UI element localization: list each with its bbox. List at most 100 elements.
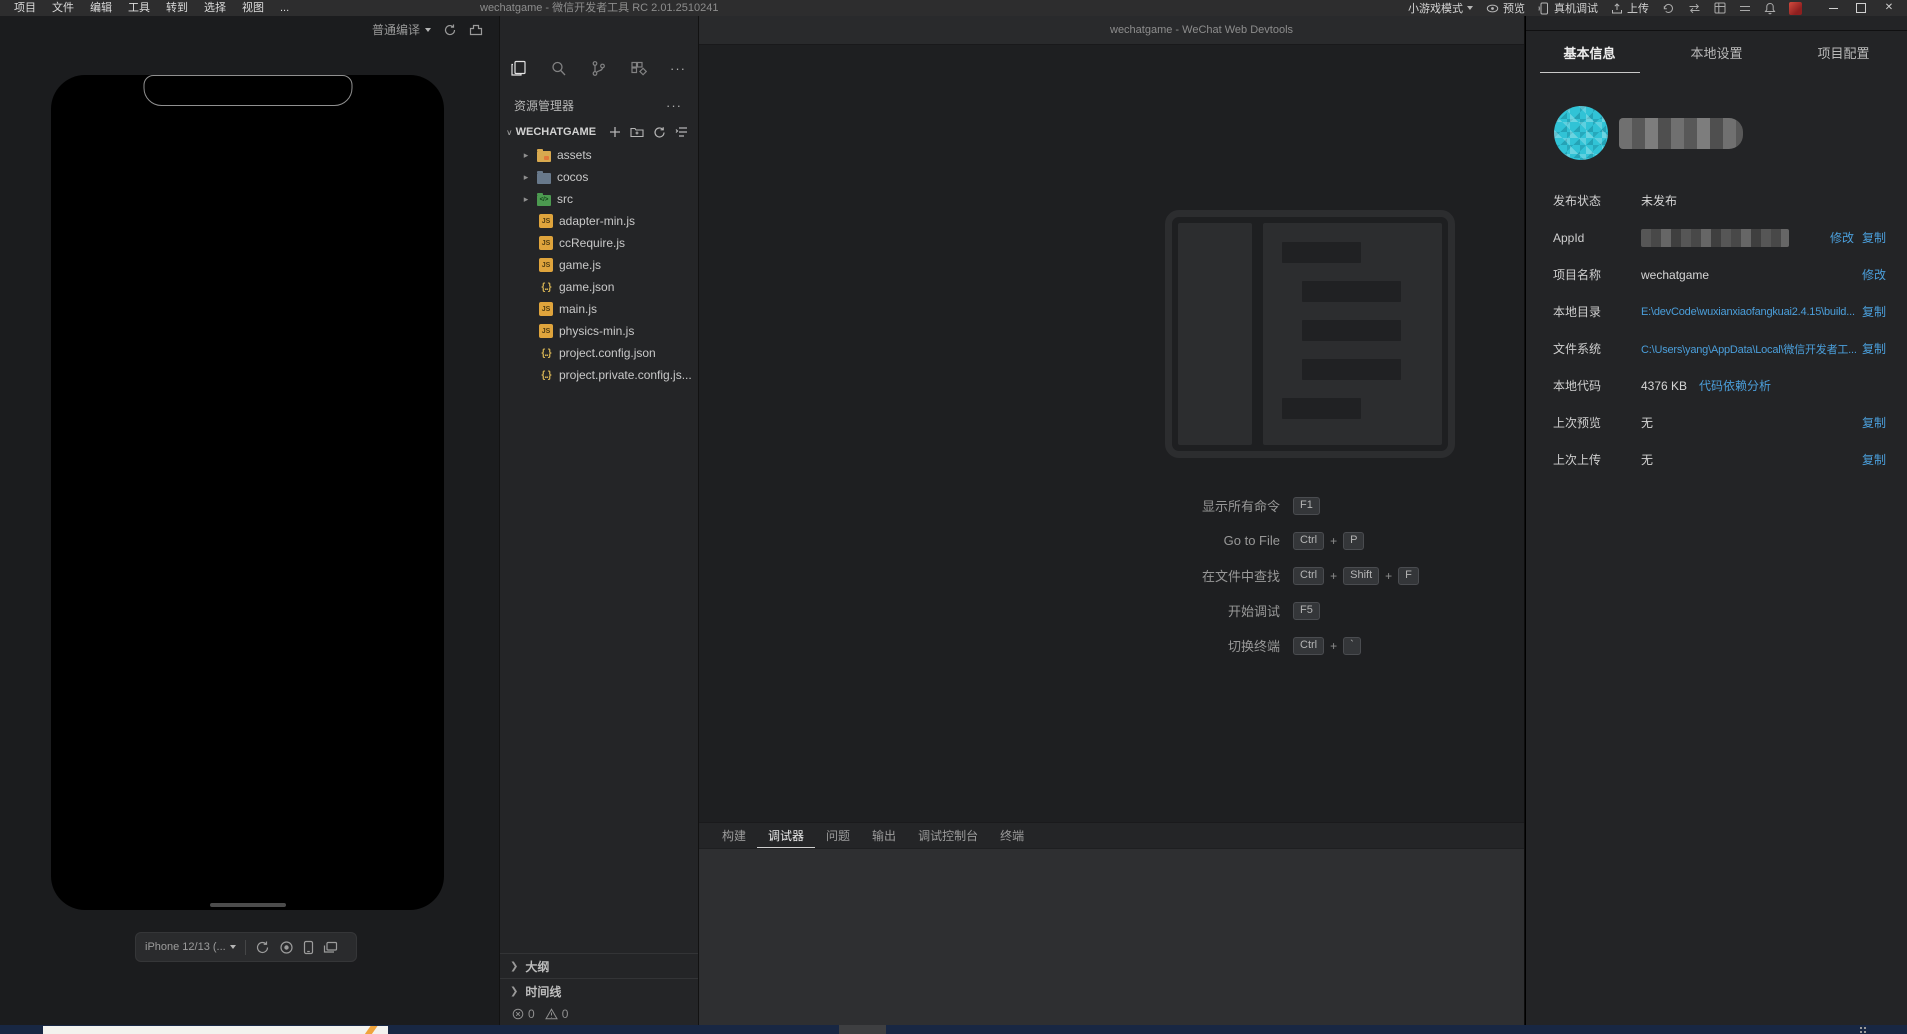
detach-window-icon[interactable]: [323, 941, 338, 954]
js-file-icon: [539, 324, 553, 338]
switch-version-icon[interactable]: [1688, 3, 1701, 14]
debugger-panel-content[interactable]: [699, 849, 1524, 1025]
tree-item[interactable]: main.js: [500, 298, 698, 320]
menu-item-7[interactable]: ...: [272, 0, 297, 16]
tree-item[interactable]: adapter-min.js: [500, 210, 698, 232]
bottom-panel-tabs: 构建 调试器 问题 输出 调试控制台 终端: [699, 822, 1524, 848]
home-background-icon[interactable]: [469, 23, 483, 37]
menu-item-1[interactable]: 文件: [44, 0, 82, 16]
phone-debug-icon: [1538, 2, 1548, 14]
tree-item[interactable]: ▸ assets: [500, 144, 698, 166]
taskbar-window-preview[interactable]: [43, 1026, 388, 1034]
tree-item[interactable]: game.js: [500, 254, 698, 276]
menu-item-5[interactable]: 选择: [196, 0, 234, 16]
panel-tab-2[interactable]: 问题: [815, 823, 861, 848]
action-link[interactable]: 复制: [1862, 414, 1886, 431]
menu-item-6[interactable]: 视图: [234, 0, 272, 16]
shortcut-keys: Ctrl + P: [1293, 531, 1365, 550]
detail-value-text[interactable]: C:\Users\yang\AppData\Local\微信开发者工...: [1641, 341, 1856, 357]
details-top-strip: [1526, 16, 1907, 31]
menu-item-0[interactable]: 项目: [6, 0, 44, 16]
menu-item-3[interactable]: 工具: [120, 0, 158, 16]
panel-tab-1[interactable]: 调试器: [757, 823, 816, 848]
device-screen[interactable]: [51, 75, 444, 910]
details-tab-1[interactable]: 本地设置: [1653, 31, 1780, 73]
details-tab-2[interactable]: 项目配置: [1780, 31, 1907, 73]
rollback-icon[interactable]: [1662, 2, 1675, 15]
tree-item[interactable]: project.config.json: [500, 342, 698, 364]
maximize-button[interactable]: [1847, 0, 1875, 16]
device-frame-icon[interactable]: [303, 940, 314, 955]
chevron-down-icon: [425, 27, 431, 32]
shortcut-row: 在文件中查找 Ctrl + Shift + F: [1055, 558, 1495, 593]
key-badge: Ctrl: [1293, 566, 1325, 585]
action-link[interactable]: 复制: [1862, 340, 1886, 357]
errors-icon: [512, 1008, 524, 1020]
action-link[interactable]: 复制: [1862, 451, 1886, 468]
section-header-1[interactable]: ❯ 时间线: [500, 978, 698, 1003]
json-file-icon: [539, 280, 553, 294]
panel-tab-5[interactable]: 终端: [989, 823, 1035, 848]
action-link[interactable]: 复制: [1862, 303, 1886, 320]
device-selector[interactable]: iPhone 12/13 (...: [145, 941, 236, 953]
panel-tab-3[interactable]: 输出: [861, 823, 907, 848]
tree-item[interactable]: physics-min.js: [500, 320, 698, 342]
analysis-link[interactable]: 代码依赖分析: [1699, 377, 1771, 394]
new-folder-icon[interactable]: [630, 126, 644, 138]
close-button[interactable]: ✕: [1875, 0, 1903, 16]
more-icon[interactable]: ···: [666, 98, 682, 113]
files-icon[interactable]: [510, 60, 527, 77]
compile-mode-dropdown[interactable]: 普通编译: [372, 21, 431, 38]
upload-button[interactable]: 上传: [1611, 0, 1649, 16]
divider: [244, 939, 246, 955]
search-icon[interactable]: [550, 60, 567, 77]
user-avatar[interactable]: [1789, 1, 1802, 15]
tree-item[interactable]: ccRequire.js: [500, 232, 698, 254]
source-control-icon[interactable]: [590, 60, 607, 77]
action-link[interactable]: 修改: [1830, 229, 1854, 246]
remote-debug-button[interactable]: 真机调试: [1538, 0, 1598, 16]
tree-item[interactable]: game.json: [500, 276, 698, 298]
plus-separator: +: [1330, 638, 1338, 653]
project-root-row[interactable]: ∨ WECHATGAME: [500, 120, 698, 144]
restart-icon[interactable]: [443, 23, 457, 37]
list-icon[interactable]: [1739, 4, 1751, 13]
more-actions-icon[interactable]: ···: [670, 61, 686, 76]
details-tab-0[interactable]: 基本信息: [1526, 31, 1653, 73]
record-icon[interactable]: [279, 940, 294, 955]
file-name: cocos: [557, 170, 589, 184]
menu-item-2[interactable]: 编辑: [82, 0, 120, 16]
tree-item[interactable]: ▸ cocos: [500, 166, 698, 188]
account-avatar[interactable]: [1554, 106, 1608, 160]
action-link[interactable]: 修改: [1862, 266, 1886, 283]
taskbar-item[interactable]: [839, 1025, 886, 1034]
extensions-icon[interactable]: [630, 60, 647, 77]
collapse-all-icon[interactable]: [675, 126, 688, 138]
plus-separator: +: [1385, 568, 1393, 583]
menu-item-4[interactable]: 转到: [158, 0, 196, 16]
detail-value-text[interactable]: E:\devCode\wuxianxiaofangkuai2.4.15\buil…: [1641, 306, 1855, 318]
section-header-0[interactable]: ❯ 大纲: [500, 953, 698, 978]
game-mode-dropdown[interactable]: 小游戏模式: [1408, 0, 1473, 16]
rotate-icon[interactable]: [255, 940, 270, 955]
layout-grid-icon[interactable]: [1714, 2, 1726, 14]
detail-label: 项目名称: [1553, 268, 1602, 282]
refresh-icon[interactable]: [653, 126, 666, 139]
tree-item[interactable]: ▸ src: [500, 188, 698, 210]
key-badge: P: [1343, 531, 1365, 550]
panel-tab-0[interactable]: 构建: [711, 823, 757, 848]
menu-bar: 项目 文件 编辑 工具 转到 选择 视图...: [0, 0, 297, 16]
account-profile: [1554, 106, 1907, 160]
new-file-icon[interactable]: [609, 126, 621, 138]
home-indicator: [209, 903, 286, 907]
project-details-panel: 基本信息 本地设置 项目配置 发布状态 未发布 AppId 修改 复制 项目名称 wechatg…: [1525, 16, 1907, 1025]
problems-status[interactable]: 0 0: [500, 1003, 698, 1025]
minimize-button[interactable]: [1819, 0, 1847, 16]
detail-row: 上次上传 无 复制: [1526, 441, 1907, 478]
preview-button[interactable]: 预览: [1486, 0, 1525, 16]
tree-item[interactable]: project.private.config.js...: [500, 364, 698, 386]
action-link[interactable]: 复制: [1862, 229, 1886, 246]
panel-tab-4[interactable]: 调试控制台: [907, 823, 989, 848]
file-name: project.private.config.js...: [559, 368, 692, 382]
notifications-icon[interactable]: [1764, 2, 1776, 15]
